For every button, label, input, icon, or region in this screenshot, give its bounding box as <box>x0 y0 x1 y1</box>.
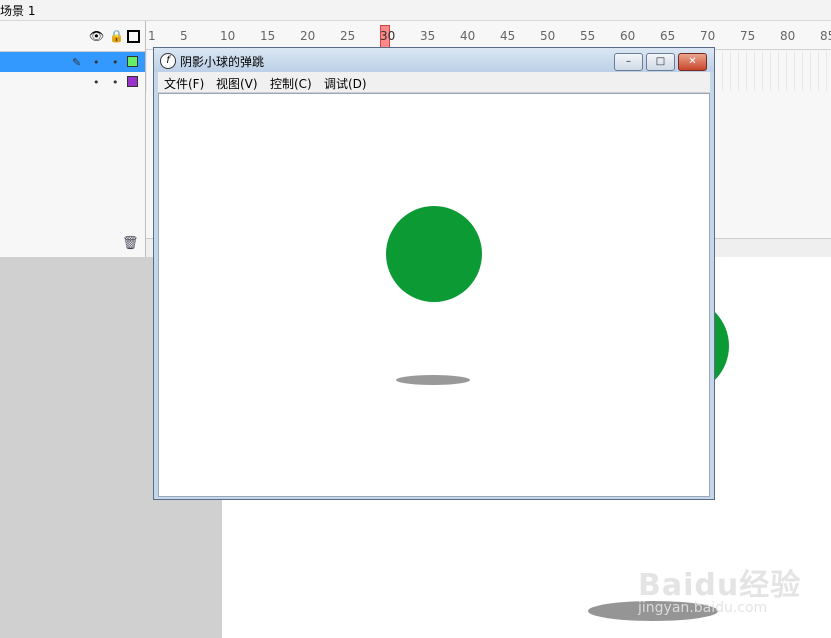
ruler-tick-current: 30 <box>380 29 396 43</box>
ruler-tick: 55 <box>580 29 596 43</box>
ruler-tick: 65 <box>660 29 676 43</box>
ruler-tick: 10 <box>220 29 236 43</box>
scene-label: 场景 1 <box>0 4 36 18</box>
outline-icon[interactable] <box>127 30 140 43</box>
menu-file[interactable]: 文件(F) <box>164 75 204 92</box>
window-title: 阴影小球的弹跳 <box>180 55 265 69</box>
ruler-tick: 5 <box>180 29 188 43</box>
pencil-icon: ✎ <box>72 56 82 69</box>
ruler-tick: 75 <box>740 29 756 43</box>
ruler-tick: 60 <box>620 29 636 43</box>
menu-control[interactable]: 控制(C) <box>270 75 312 92</box>
close-button[interactable]: ✕ <box>678 53 707 71</box>
watermark-url: jingyan.baidu.com <box>638 600 768 616</box>
ruler-tick: 20 <box>300 29 316 43</box>
ruler-tick: 50 <box>540 29 556 43</box>
ruler-tick: 1 <box>148 29 156 43</box>
watermark-logo: Baidu经验 <box>638 568 802 603</box>
restore-button[interactable]: □ <box>646 53 675 71</box>
menu-view[interactable]: 视图(V) <box>216 75 258 92</box>
lock-dot[interactable]: • <box>112 76 119 89</box>
layer-color-swatch[interactable] <box>127 56 138 67</box>
layer-row-2[interactable]: • • <box>0 72 145 92</box>
visibility-dot[interactable]: • <box>93 56 100 69</box>
minimize-button[interactable]: – <box>614 53 643 71</box>
ball-shadow <box>396 375 470 385</box>
ruler-tick: 25 <box>340 29 356 43</box>
layers-panel: 👁 🔒 ✎ • • • • 🗑 <box>0 21 146 257</box>
lock-dot[interactable]: • <box>112 56 119 69</box>
ruler-tick: 85 <box>820 29 831 43</box>
layer-row-1[interactable]: ✎ • • <box>0 52 145 72</box>
ruler-tick: 35 <box>420 29 436 43</box>
window-titlebar[interactable]: f 阴影小球的弹跳 – □ ✕ <box>154 48 714 72</box>
menu-bar: 文件(F) 视图(V) 控制(C) 调试(D) <box>158 72 710 93</box>
menu-debug[interactable]: 调试(D) <box>324 75 367 92</box>
trash-icon[interactable]: 🗑 <box>122 236 139 251</box>
flash-player-window: f 阴影小球的弹跳 – □ ✕ 文件(F) 视图(V) 控制(C) 调试(D) <box>153 47 715 500</box>
scene-bar: 场景 1 <box>0 0 831 21</box>
ruler-tick: 80 <box>780 29 796 43</box>
ruler-tick: 40 <box>460 29 476 43</box>
lock-icon[interactable]: 🔒 <box>109 29 124 43</box>
ruler-tick: 70 <box>700 29 716 43</box>
layer-color-swatch[interactable] <box>127 76 138 87</box>
green-ball <box>386 206 482 302</box>
ruler-tick: 15 <box>260 29 276 43</box>
eye-icon[interactable]: 👁 <box>89 29 104 43</box>
frame-ruler[interactable]: 1 5 10 15 20 25 30 35 40 45 50 55 60 65 … <box>146 21 831 50</box>
player-canvas <box>158 93 710 497</box>
ruler-tick: 45 <box>500 29 516 43</box>
visibility-dot[interactable]: • <box>93 76 100 89</box>
layer-header: 👁 🔒 <box>0 21 145 52</box>
flash-icon: f <box>160 53 176 69</box>
